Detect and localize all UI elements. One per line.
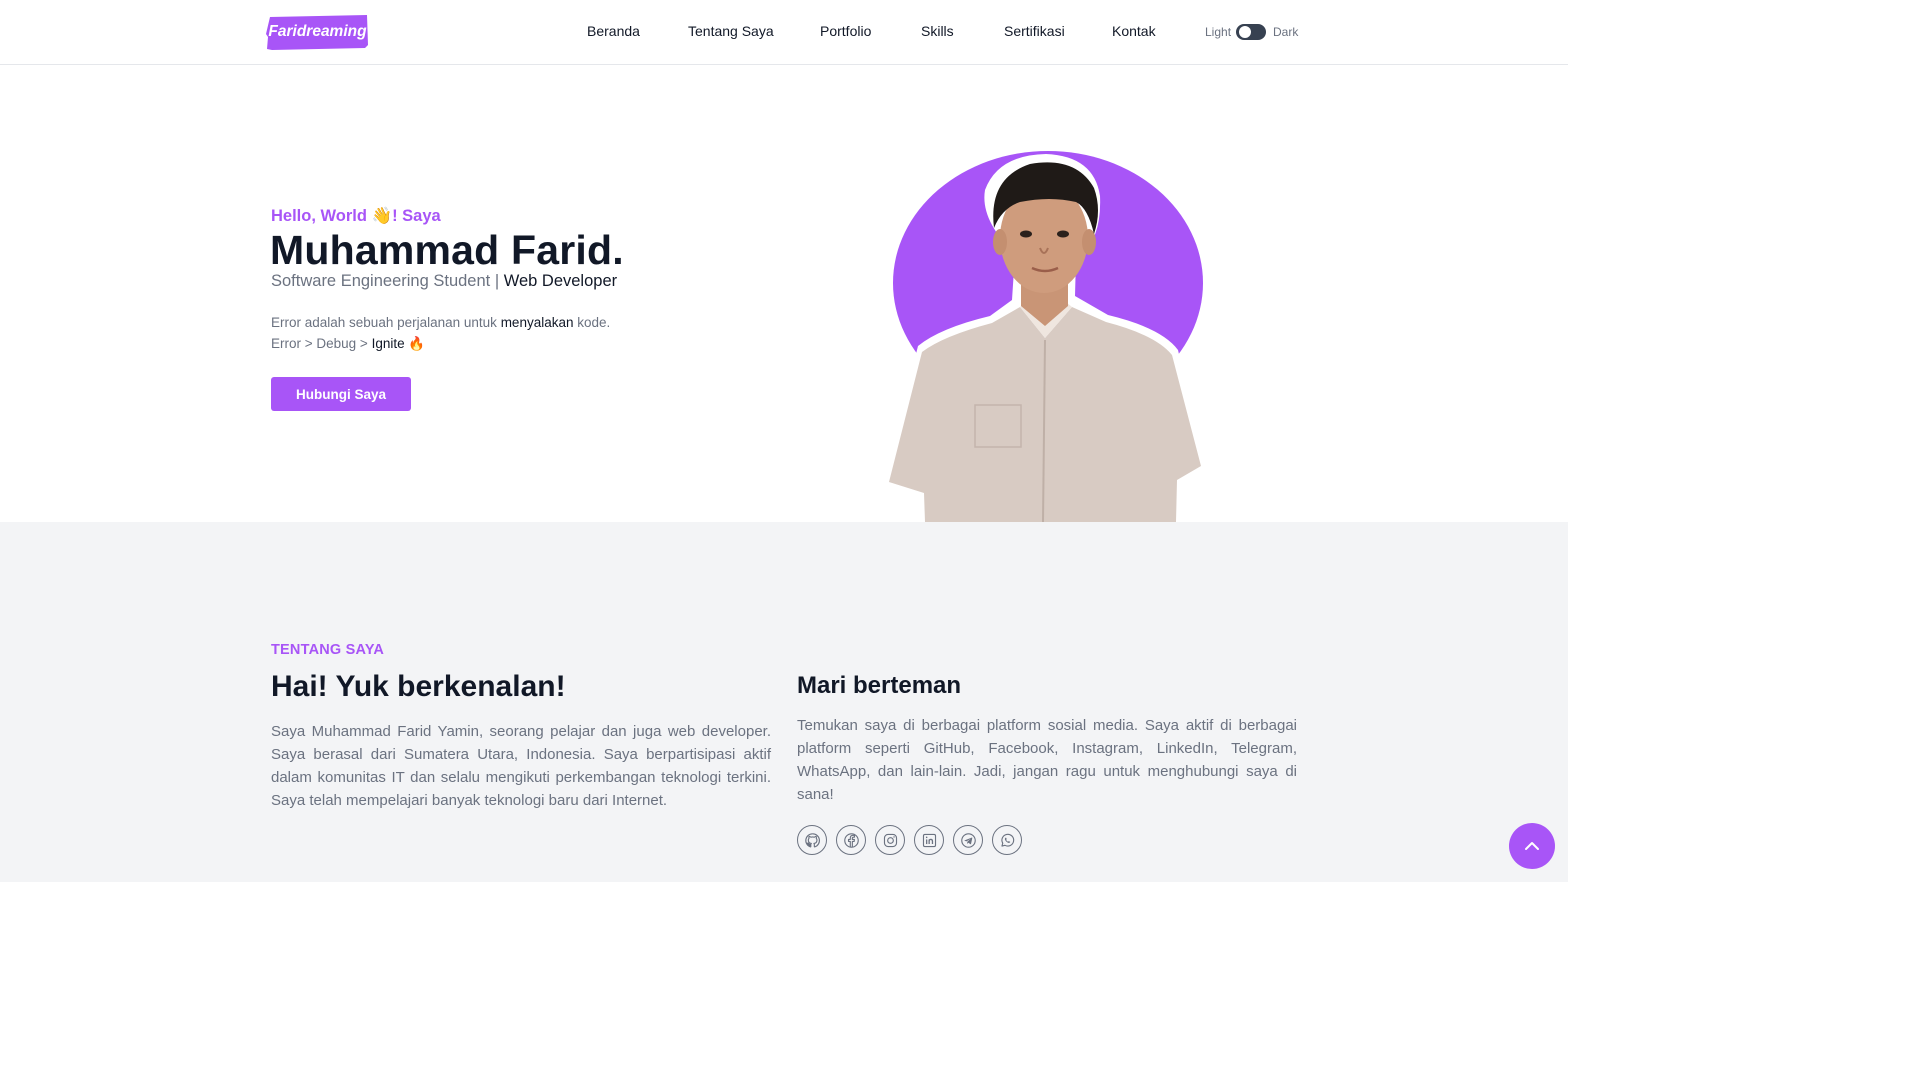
quote-text: kode. bbox=[577, 315, 611, 330]
scroll-to-top-button[interactable] bbox=[1509, 823, 1555, 869]
theme-light-label: Light bbox=[1205, 25, 1232, 39]
logo[interactable]: Faridreaming bbox=[266, 15, 369, 50]
whatsapp-icon bbox=[1000, 833, 1014, 847]
about-kicker: TENTANG SAYA bbox=[271, 642, 385, 658]
instagram-button[interactable] bbox=[875, 825, 905, 855]
hero-role: Software Engineering Student | Web Devel… bbox=[271, 272, 617, 291]
telegram-button[interactable] bbox=[953, 825, 983, 855]
facebook-button[interactable] bbox=[836, 825, 866, 855]
linkedin-icon bbox=[922, 833, 936, 847]
quote-highlight: menyalakan bbox=[500, 315, 574, 330]
nav-item-tentang-saya[interactable]: Tentang Saya bbox=[688, 23, 774, 39]
theme-switch[interactable] bbox=[1236, 24, 1266, 40]
hero-quote: Error adalah sebuah perjalanan untuk men… bbox=[271, 312, 610, 354]
friends-text: Temukan saya di berbagai platform sosial… bbox=[797, 717, 1297, 803]
hero-role-prefix: Software Engineering Student | bbox=[271, 272, 500, 290]
github-icon bbox=[804, 832, 820, 847]
profile-photo bbox=[880, 150, 1210, 522]
facebook-icon bbox=[843, 832, 859, 848]
quote-text: Error > Debug > bbox=[271, 336, 368, 351]
nav-item-beranda[interactable]: Beranda bbox=[587, 23, 640, 39]
profile-illustration bbox=[884, 151, 1206, 522]
fire-icon: 🔥 bbox=[408, 336, 426, 351]
quote-highlight: Ignite bbox=[371, 336, 405, 351]
nav-item-kontak[interactable]: Kontak bbox=[1112, 23, 1156, 39]
nav-item-skills[interactable]: Skills bbox=[921, 23, 954, 39]
nav-item-sertifikasi[interactable]: Sertifikasi bbox=[1004, 23, 1065, 39]
hero-greeting: Hello, World 👋! Saya bbox=[271, 207, 441, 225]
hero-section: Hello, World 👋! Saya Muhammad Farid. Sof… bbox=[0, 65, 1568, 522]
chevron-up-icon bbox=[1525, 842, 1539, 850]
contact-me-button[interactable]: Hubungi Saya bbox=[271, 377, 411, 411]
about-text: Saya Muhammad Farid Yamin, seorang pelaj… bbox=[271, 723, 771, 809]
hero-quote-line-2: Error > Debug > Ignite 🔥 bbox=[271, 333, 610, 354]
hero-role-highlight: Web Developer bbox=[503, 272, 618, 290]
about-section: TENTANG SAYA Hai! Yuk berkenalan! Saya M… bbox=[0, 522, 1568, 882]
hero-quote-line-1: Error adalah sebuah perjalanan untuk men… bbox=[271, 312, 610, 333]
linkedin-button[interactable] bbox=[914, 825, 944, 855]
about-title: Hai! Yuk berkenalan! bbox=[271, 670, 566, 703]
telegram-icon bbox=[960, 832, 976, 848]
instagram-icon bbox=[883, 833, 897, 847]
theme-dark-label: Dark bbox=[1273, 25, 1299, 39]
nav-item-portfolio[interactable]: Portfolio bbox=[820, 23, 871, 39]
navbar: Faridreaming Beranda Tentang Saya Portfo… bbox=[0, 0, 1568, 65]
github-button[interactable] bbox=[797, 825, 827, 855]
hero-name: Muhammad Farid. bbox=[270, 227, 624, 273]
whatsapp-button[interactable] bbox=[992, 825, 1022, 855]
logo-text: Faridreaming bbox=[268, 23, 367, 40]
quote-text: Error adalah sebuah perjalanan untuk bbox=[271, 315, 497, 330]
friends-title: Mari berteman bbox=[797, 672, 962, 699]
theme-switch-knob bbox=[1239, 26, 1251, 38]
